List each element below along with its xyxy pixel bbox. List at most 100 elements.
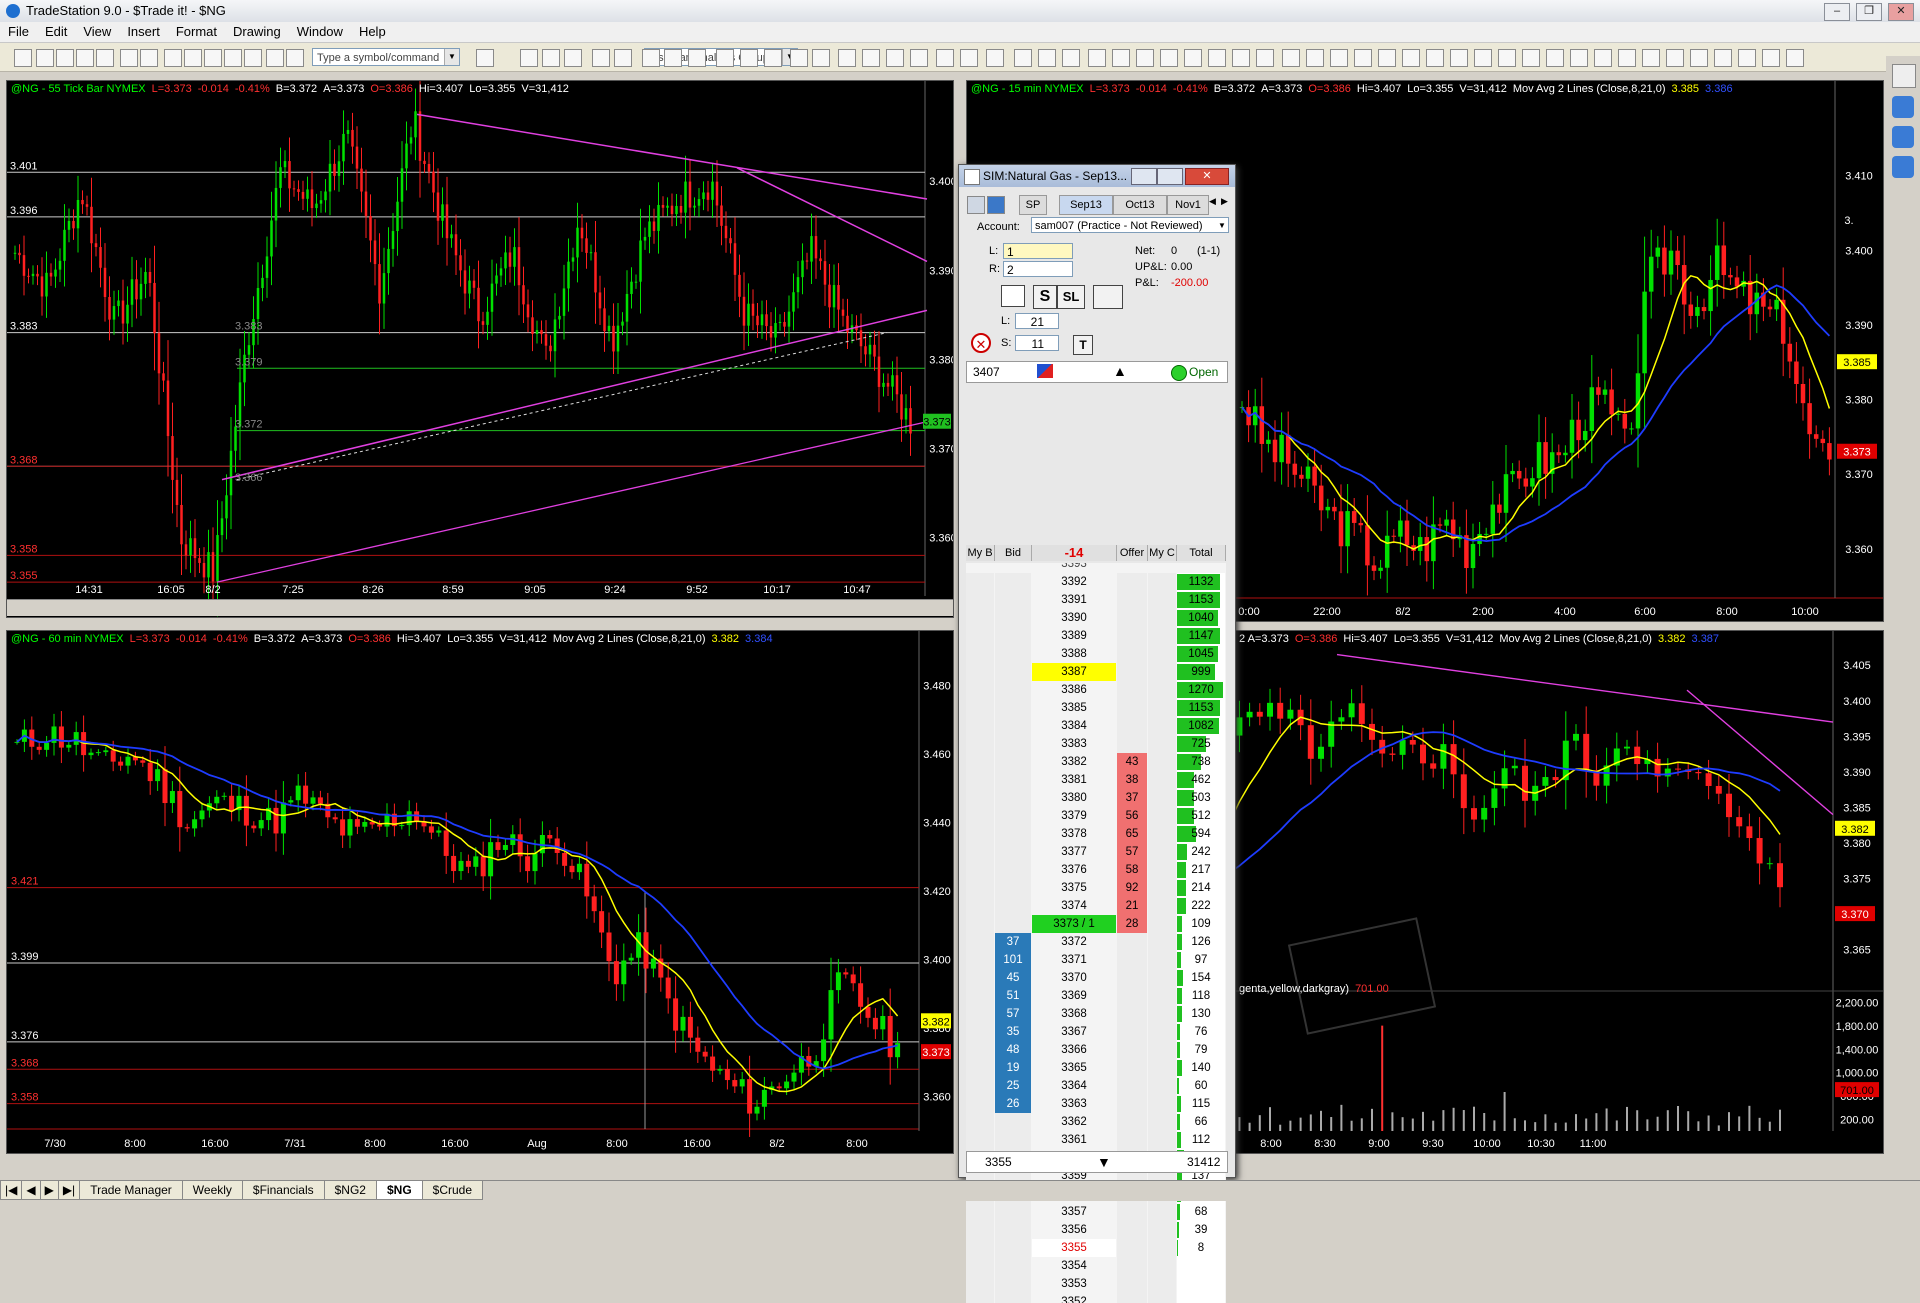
my-bid-cell[interactable] bbox=[966, 1059, 994, 1077]
my-bid-cell[interactable] bbox=[966, 735, 994, 753]
bid-cell[interactable] bbox=[995, 807, 1031, 825]
my-offer-cell[interactable] bbox=[1148, 663, 1176, 681]
bid-cell[interactable] bbox=[995, 915, 1031, 933]
ladder-row[interactable]: 3373 / 128109 bbox=[966, 915, 1226, 933]
offer-cell[interactable] bbox=[1117, 933, 1147, 951]
my-bid-cell[interactable] bbox=[966, 825, 994, 843]
bid-cell[interactable] bbox=[995, 1293, 1031, 1303]
toolbar-drawing-tool-icon[interactable] bbox=[1738, 49, 1756, 67]
minimize-button[interactable]: – bbox=[1824, 3, 1850, 21]
my-offer-cell[interactable] bbox=[1148, 969, 1176, 987]
offer-cell[interactable]: 57 bbox=[1117, 843, 1147, 861]
offer-cell[interactable] bbox=[1117, 1293, 1147, 1303]
menu-help[interactable]: Help bbox=[351, 22, 394, 41]
offer-cell[interactable] bbox=[1117, 1131, 1147, 1149]
ladder-row[interactable]: 338138462 bbox=[966, 771, 1226, 789]
my-bid-cell[interactable] bbox=[966, 627, 994, 645]
offer-cell[interactable] bbox=[1117, 1257, 1147, 1275]
restore-button[interactable]: ❐ bbox=[1856, 3, 1882, 21]
bid-cell[interactable] bbox=[995, 879, 1031, 897]
my-offer-cell[interactable] bbox=[1148, 807, 1176, 825]
toolbar-button-icon[interactable] bbox=[14, 49, 32, 67]
my-offer-cell[interactable] bbox=[1148, 933, 1176, 951]
my-bid-cell[interactable] bbox=[966, 1023, 994, 1041]
matrix-config-icon[interactable] bbox=[967, 196, 985, 214]
s-shares-input[interactable]: 11 bbox=[1015, 335, 1059, 351]
my-bid-cell[interactable] bbox=[966, 1077, 994, 1095]
toolbar-button-icon[interactable] bbox=[286, 49, 304, 67]
bid-cell[interactable] bbox=[995, 1113, 1031, 1131]
toolbar-drawing-tool-icon[interactable] bbox=[1136, 49, 1154, 67]
my-bid-cell[interactable] bbox=[966, 1275, 994, 1293]
ladder-row[interactable]: 33851153 bbox=[966, 699, 1226, 717]
bid-cell[interactable] bbox=[995, 699, 1031, 717]
bid-cell[interactable] bbox=[995, 843, 1031, 861]
bid-cell[interactable]: 51 bbox=[995, 987, 1031, 1005]
toolbar-drawing-tool-icon[interactable] bbox=[1062, 49, 1080, 67]
bid-cell[interactable] bbox=[995, 609, 1031, 627]
my-offer-cell[interactable] bbox=[1148, 753, 1176, 771]
offer-cell[interactable] bbox=[1117, 1221, 1147, 1239]
ladder-row[interactable]: 337956512 bbox=[966, 807, 1226, 825]
toolbar-drawing-tool-icon[interactable] bbox=[1306, 49, 1324, 67]
ladder-row[interactable]: 193365140 bbox=[966, 1059, 1226, 1077]
tabs-next-icon[interactable]: ▶ bbox=[40, 1181, 59, 1200]
my-bid-cell[interactable] bbox=[966, 789, 994, 807]
ladder-row[interactable]: 3387999 bbox=[966, 663, 1226, 681]
my-bid-cell[interactable] bbox=[966, 915, 994, 933]
my-offer-cell[interactable] bbox=[1148, 951, 1176, 969]
close-button[interactable]: ✕ bbox=[1888, 3, 1914, 21]
offer-cell[interactable] bbox=[1117, 573, 1147, 591]
offer-cell[interactable] bbox=[1117, 609, 1147, 627]
toolbar-drawing-tool-icon[interactable] bbox=[986, 49, 1004, 67]
stop-order-button[interactable]: S bbox=[1033, 285, 1057, 309]
my-offer-cell[interactable] bbox=[1148, 573, 1176, 591]
ladder-row[interactable]: 25336460 bbox=[966, 1077, 1226, 1095]
toolbar-button-icon[interactable] bbox=[164, 49, 182, 67]
my-bid-cell[interactable] bbox=[966, 1131, 994, 1149]
my-offer-cell[interactable] bbox=[1148, 879, 1176, 897]
menu-view[interactable]: View bbox=[75, 22, 119, 41]
ladder-row[interactable]: 3353 bbox=[966, 1275, 1226, 1293]
bid-cell[interactable] bbox=[995, 645, 1031, 663]
tab-trade-manager[interactable]: Trade Manager bbox=[79, 1181, 183, 1200]
ladder-row[interactable]: 263363115 bbox=[966, 1095, 1226, 1113]
ladder-row[interactable]: 33861270 bbox=[966, 681, 1226, 699]
bid-cell[interactable] bbox=[995, 663, 1031, 681]
toolbar-drawing-tool-icon[interactable] bbox=[1256, 49, 1274, 67]
ladder-row[interactable]: 337865594 bbox=[966, 825, 1226, 843]
toolbar-drawing-tool-icon[interactable] bbox=[886, 49, 904, 67]
toolbar-drawing-tool-icon[interactable] bbox=[614, 49, 632, 67]
bid-cell[interactable]: 26 bbox=[995, 1095, 1031, 1113]
my-offer-cell[interactable] bbox=[1148, 825, 1176, 843]
offer-cell[interactable] bbox=[1117, 735, 1147, 753]
bid-cell[interactable] bbox=[995, 1221, 1031, 1239]
matrix-close-icon[interactable]: ✕ bbox=[1185, 168, 1229, 185]
account-dropdown-icon[interactable]: ▼ bbox=[1216, 218, 1228, 234]
my-offer-cell[interactable] bbox=[1148, 681, 1176, 699]
tick-bar-chart-canvas[interactable]: 3.4003.3903.3803.3703.3603.4013.3963.383… bbox=[7, 81, 953, 617]
toolbar-drawing-tool-icon[interactable] bbox=[1522, 49, 1540, 67]
my-bid-cell[interactable] bbox=[966, 843, 994, 861]
menu-insert[interactable]: Insert bbox=[119, 22, 168, 41]
toolbar-drawing-tool-icon[interactable] bbox=[642, 49, 660, 67]
my-bid-cell[interactable] bbox=[966, 1005, 994, 1023]
center-ladder-icon[interactable] bbox=[1037, 364, 1053, 378]
shortcut-help-icon[interactable] bbox=[1892, 156, 1914, 178]
menu-window[interactable]: Window bbox=[289, 22, 351, 41]
bid-cell[interactable] bbox=[995, 897, 1031, 915]
toolbar-drawing-tool-icon[interactable] bbox=[1642, 49, 1660, 67]
my-offer-cell[interactable] bbox=[1148, 1059, 1176, 1077]
tabs-last-icon[interactable]: ▶| bbox=[58, 1181, 80, 1200]
toolbar-drawing-tool-icon[interactable] bbox=[564, 49, 582, 67]
my-offer-cell[interactable] bbox=[1148, 1095, 1176, 1113]
my-bid-cell[interactable] bbox=[966, 753, 994, 771]
ladder-row[interactable]: 33841082 bbox=[966, 717, 1226, 735]
ladder-row[interactable]: 33891147 bbox=[966, 627, 1226, 645]
toolbar-drawing-tool-icon[interactable] bbox=[520, 49, 538, 67]
ladder-row[interactable]: 453370154 bbox=[966, 969, 1226, 987]
offer-cell[interactable] bbox=[1117, 1059, 1147, 1077]
ladder-row[interactable]: 101337197 bbox=[966, 951, 1226, 969]
my-offer-cell[interactable] bbox=[1148, 1239, 1176, 1257]
menu-file[interactable]: File bbox=[0, 22, 37, 41]
